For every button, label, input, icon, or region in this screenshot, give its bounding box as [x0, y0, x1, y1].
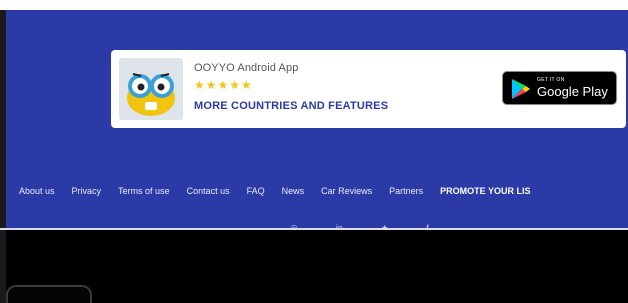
google-play-button[interactable]: GET IT ON Google Play	[502, 71, 617, 105]
footer-nav: About us Privacy Terms of use Contact us FAQ…	[19, 181, 548, 196]
page-top-strip	[0, 0, 628, 10]
footer-link-car-reviews[interactable]: Car Reviews	[321, 186, 372, 196]
footer-link-privacy[interactable]: Privacy	[72, 186, 102, 196]
app-mascot-icon	[119, 58, 183, 120]
bottom-tab[interactable]	[6, 285, 92, 303]
footer-link-about[interactable]: About us	[19, 186, 55, 196]
footer-link-terms[interactable]: Terms of use	[118, 186, 170, 196]
google-play-icon	[512, 79, 530, 99]
rating-stars: ★★★★★	[194, 78, 253, 92]
app-subtitle: MORE COUNTRIES AND FEATURES	[194, 100, 389, 112]
footer-link-promote[interactable]: PROMOTE YOUR LIS	[440, 186, 530, 196]
google-play-small-label: GET IT ON	[537, 77, 565, 83]
footer-divider	[0, 228, 628, 230]
footer-link-contact[interactable]: Contact us	[187, 186, 230, 196]
android-app-banner[interactable]: OOYYO Android App ★★★★★ MORE COUNTRIES A…	[111, 50, 626, 128]
footer-link-faq[interactable]: FAQ	[247, 186, 265, 196]
footer-link-news[interactable]: News	[282, 186, 305, 196]
app-title: OOYYO Android App	[194, 62, 299, 74]
footer-link-partners[interactable]: Partners	[389, 186, 423, 196]
google-play-label: Google Play	[537, 84, 608, 99]
window-left-edge	[0, 10, 6, 303]
social-icons: ◎ in ✦ f	[290, 218, 467, 228]
